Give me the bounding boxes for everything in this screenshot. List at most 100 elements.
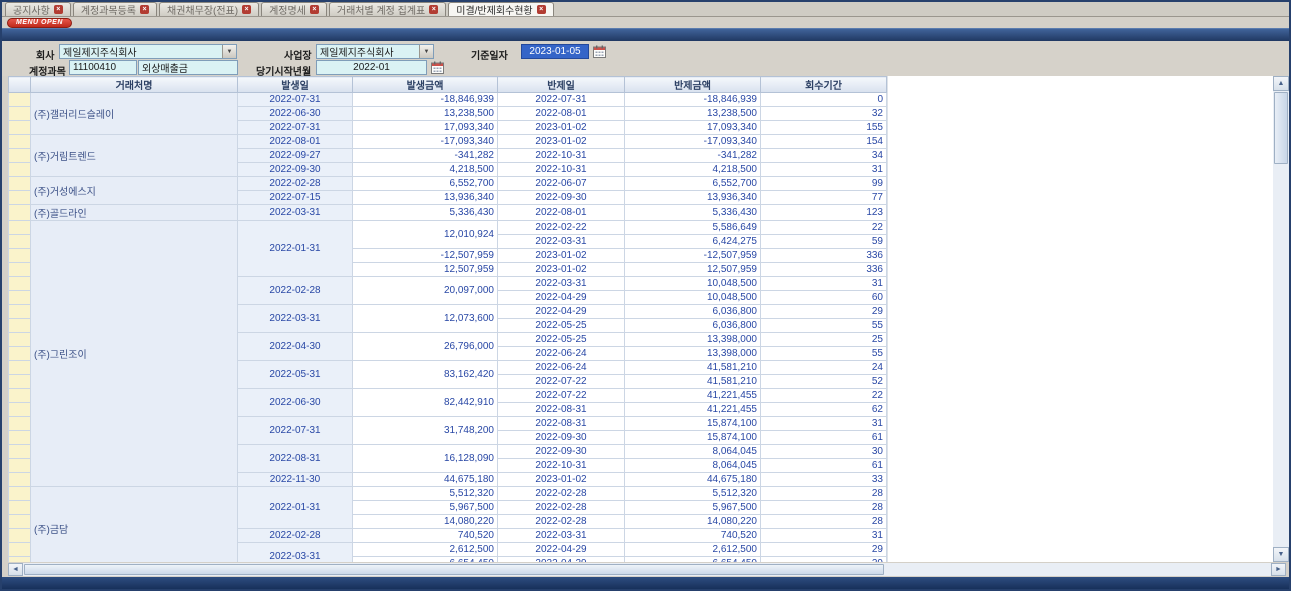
settle-amount-cell: 6,036,800 [625, 319, 761, 333]
vertical-scrollbar-thumb[interactable] [1274, 92, 1288, 164]
settle-amount-cell: 5,586,649 [625, 221, 761, 235]
row-indicator[interactable] [9, 205, 31, 221]
column-header-collect-days[interactable]: 회수기간 [761, 77, 887, 93]
row-indicator[interactable] [9, 389, 31, 403]
base-date-input[interactable]: 2023-01-05 [521, 44, 589, 59]
row-indicator[interactable] [9, 403, 31, 417]
row-indicator[interactable] [9, 163, 31, 177]
tab-close-icon[interactable]: × [429, 5, 438, 14]
account-name-input[interactable]: 외상매출금 [138, 60, 238, 75]
scroll-down-button[interactable]: ▼ [1273, 547, 1289, 562]
row-indicator[interactable] [9, 333, 31, 347]
row-indicator[interactable] [9, 235, 31, 249]
row-indicator[interactable] [9, 191, 31, 205]
row-indicator[interactable] [9, 431, 31, 445]
grid-row[interactable]: (주)골드라인2022-03-315,336,4302022-08-015,33… [9, 205, 887, 221]
tab-active[interactable]: 미결/반제회수현황× [448, 2, 553, 16]
filter-panel: 회사 제일제지주식회사 ▼ 사업장 제일제지주식회사 ▼ 기준일자 2023-0… [2, 41, 1289, 76]
grid-row[interactable]: (주)금담2022-01-315,512,3202022-02-285,512,… [9, 487, 887, 501]
column-header-settle-amount[interactable]: 반제금액 [625, 77, 761, 93]
row-indicator[interactable] [9, 107, 31, 121]
calendar-icon[interactable] [430, 60, 445, 75]
menu-open-button[interactable]: MENU OPEN [7, 18, 72, 28]
occur-date-cell: 2022-02-28 [238, 529, 353, 543]
row-indicator[interactable] [9, 249, 31, 263]
site-select[interactable]: 제일제지주식회사 ▼ [316, 44, 434, 59]
settle-date-cell: 2022-06-24 [498, 361, 625, 375]
grid-row[interactable]: (주)거성에스지2022-02-286,552,7002022-06-076,5… [9, 177, 887, 191]
settle-amount-cell: 13,398,000 [625, 347, 761, 361]
row-indicator[interactable] [9, 135, 31, 149]
tab-close-icon[interactable]: × [140, 5, 149, 14]
scrollbar-track[interactable] [885, 563, 1271, 576]
row-indicator[interactable] [9, 501, 31, 515]
period-input[interactable]: 2022-01 [316, 60, 427, 75]
column-header-settle-date[interactable]: 반제일 [498, 77, 625, 93]
row-indicator[interactable] [9, 543, 31, 557]
calendar-icon[interactable] [592, 44, 607, 59]
tab-close-icon[interactable]: × [310, 5, 319, 14]
scrollbar-track[interactable] [1273, 165, 1289, 547]
scroll-right-button[interactable]: ► [1271, 563, 1286, 576]
row-indicator[interactable] [9, 319, 31, 333]
column-header-occur-date[interactable]: 발생일 [238, 77, 353, 93]
collect-days-cell: 22 [761, 389, 887, 403]
tab-item[interactable]: 계정과목등록× [73, 2, 157, 16]
settle-amount-cell: 6,036,800 [625, 305, 761, 319]
settle-date-cell: 2022-02-28 [498, 487, 625, 501]
company-select[interactable]: 제일제지주식회사 ▼ [59, 44, 237, 59]
row-indicator[interactable] [9, 263, 31, 277]
settle-amount-cell: 13,936,340 [625, 191, 761, 205]
account-code-input[interactable]: 11100410 [69, 60, 137, 75]
indicator-column-header [9, 77, 31, 93]
occur-amount-cell: 13,238,500 [353, 107, 498, 121]
row-indicator[interactable] [9, 305, 31, 319]
row-indicator[interactable] [9, 515, 31, 529]
collect-days-cell: 99 [761, 177, 887, 191]
row-indicator[interactable] [9, 487, 31, 501]
grid-row[interactable]: (주)그린조이2022-01-3112,010,9242022-02-225,5… [9, 221, 887, 235]
vertical-scrollbar[interactable]: ▲ ▼ [1273, 76, 1289, 562]
collect-days-cell: 0 [761, 93, 887, 107]
bottom-bar [2, 577, 1289, 589]
occur-amount-cell: 14,080,220 [353, 515, 498, 529]
settle-amount-cell: 8,064,045 [625, 459, 761, 473]
chevron-down-icon[interactable]: ▼ [419, 45, 433, 58]
customer-name-cell: (주)갤러리드슬레이 [31, 93, 238, 135]
row-indicator[interactable] [9, 361, 31, 375]
row-indicator[interactable] [9, 417, 31, 431]
row-indicator[interactable] [9, 149, 31, 163]
column-header-customer[interactable]: 거래처명 [31, 77, 238, 93]
row-indicator[interactable] [9, 473, 31, 487]
tab-item[interactable]: 거래처별 계정 집계표× [329, 2, 446, 16]
row-indicator[interactable] [9, 177, 31, 191]
row-indicator[interactable] [9, 93, 31, 107]
scroll-left-button[interactable]: ◄ [8, 563, 23, 576]
horizontal-scrollbar-thumb[interactable] [24, 564, 884, 575]
tab-close-icon[interactable]: × [537, 5, 546, 14]
settle-date-cell: 2022-04-29 [498, 543, 625, 557]
horizontal-scrollbar[interactable]: ◄ ► [8, 563, 1286, 576]
settle-amount-cell: 4,218,500 [625, 163, 761, 177]
occur-date-cell: 2022-09-27 [238, 149, 353, 163]
tab-item[interactable]: 계정명세× [261, 2, 327, 16]
row-indicator[interactable] [9, 459, 31, 473]
row-indicator[interactable] [9, 529, 31, 543]
tab-close-icon[interactable]: × [242, 5, 251, 14]
grid-row[interactable]: (주)거림트렌드2022-08-01-17,093,3402023-01-02-… [9, 135, 887, 149]
row-indicator[interactable] [9, 291, 31, 305]
tab-close-icon[interactable]: × [54, 5, 63, 14]
column-header-occur-amount[interactable]: 발생금액 [353, 77, 498, 93]
chevron-down-icon[interactable]: ▼ [222, 45, 236, 58]
scroll-up-button[interactable]: ▲ [1273, 76, 1289, 91]
row-indicator[interactable] [9, 221, 31, 235]
grid-row[interactable]: (주)갤러리드슬레이2022-07-31-18,846,9392022-07-3… [9, 93, 887, 107]
row-indicator[interactable] [9, 121, 31, 135]
row-indicator[interactable] [9, 347, 31, 361]
tab-item[interactable]: 채권채무장(전표)× [159, 2, 259, 16]
row-indicator[interactable] [9, 277, 31, 291]
row-indicator[interactable] [9, 445, 31, 459]
tab-item[interactable]: 공지사항× [5, 2, 71, 16]
row-indicator[interactable] [9, 375, 31, 389]
grid-region: 거래처명 발생일 발생금액 반제일 반제금액 회수기간 (주)갤러리드슬레이20… [2, 76, 1289, 562]
